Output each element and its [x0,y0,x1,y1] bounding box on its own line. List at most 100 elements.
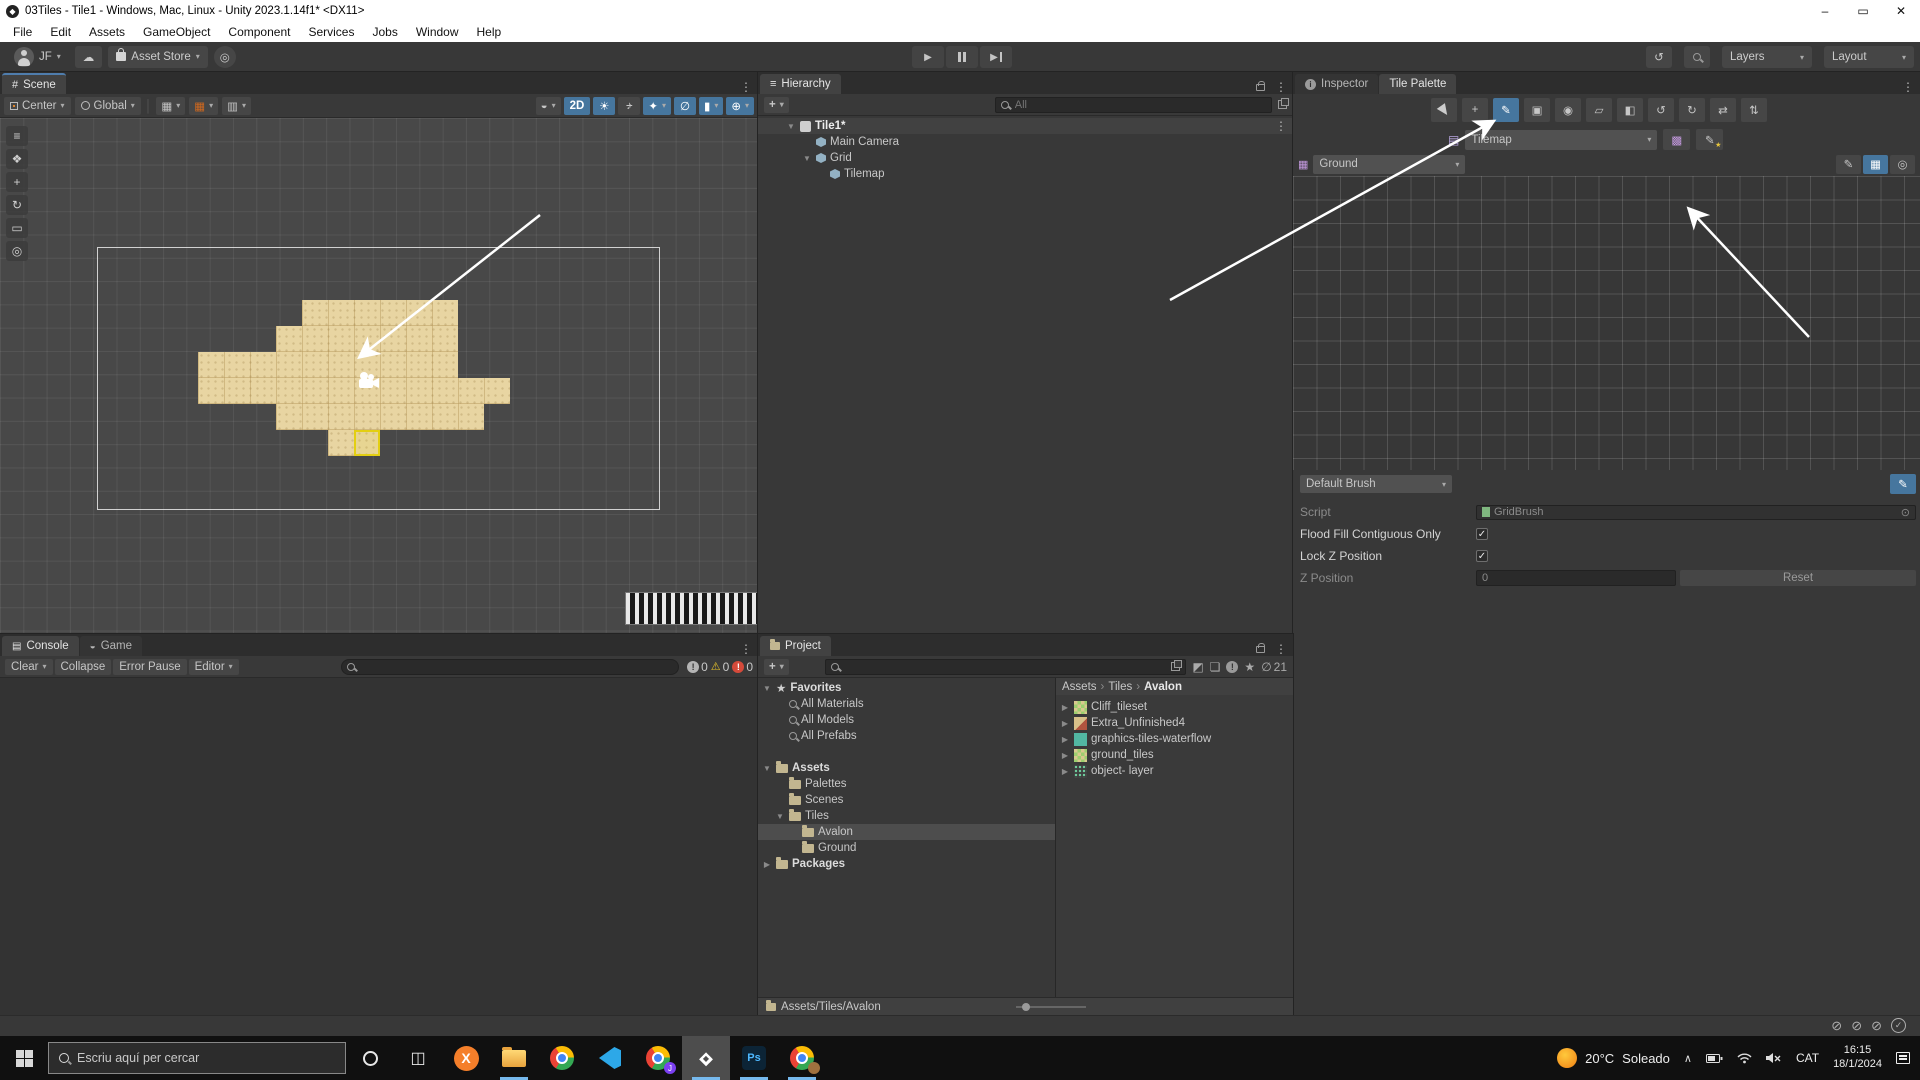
brush-settings-button[interactable]: ✎ [1890,474,1916,494]
increment-snap-button[interactable]: ▦▾ [189,97,218,115]
hand-tool[interactable]: ❖ [6,149,28,169]
brush-dropdown[interactable]: Default Brush▾ [1300,475,1452,493]
favorites-star-icon[interactable]: ★ [1244,660,1255,674]
maximize-button[interactable]: ▭ [1844,0,1882,22]
hierarchy-search-input[interactable] [1013,98,1266,112]
status-ok-icon[interactable]: ✓ [1891,1018,1906,1033]
cortana-button[interactable] [346,1036,394,1080]
hierarchy-item-grid[interactable]: ▼Grid [758,150,1293,166]
taskbar-app-explorer[interactable] [490,1036,538,1080]
warning-count-badge[interactable]: ⚠0 [711,660,730,674]
flip-horizontal-tool[interactable]: ⇄ [1710,98,1736,122]
inspector-menu-kebab-icon[interactable]: ⋮ [1896,80,1920,94]
taskbar-app-photoshop[interactable]: Ps [730,1036,778,1080]
menu-gameobject[interactable]: GameObject [134,22,219,42]
camera-gizmo-icon[interactable] [355,371,381,391]
palette-dropdown[interactable]: Ground▾ [1313,155,1465,174]
breadcrumb-tiles[interactable]: Tiles [1108,681,1132,693]
menu-component[interactable]: Component [219,22,299,42]
file-extra-unfinished4[interactable]: ▶Extra_Unfinished4 [1056,715,1293,731]
gizmos-dropdown[interactable]: ⊕▾ [726,97,754,115]
tab-project[interactable]: Project [760,636,831,656]
project-add-button[interactable]: +▾ [764,659,789,675]
project-tree-packages[interactable]: ▶Packages [758,856,1055,872]
minimize-button[interactable]: – [1806,0,1844,22]
hierarchy-item-tilemap[interactable]: Tilemap [758,166,1293,182]
measure-button[interactable]: ▥▾ [222,97,251,115]
taskbar-app-chrome-2[interactable] [778,1036,826,1080]
breadcrumb-assets[interactable]: Assets [1062,681,1097,693]
menu-file[interactable]: File [4,22,41,42]
project-tree-avalon[interactable]: Avalon [758,824,1055,840]
tab-hierarchy[interactable]: ≡Hierarchy [760,74,841,94]
pause-button[interactable] [946,46,978,68]
collab-disabled-icon[interactable]: ⊘ [1871,1018,1882,1034]
clock[interactable]: 16:15 18/1/2024 [1833,1044,1882,1072]
weather-widget[interactable]: 20°C Soleado [1557,1048,1670,1068]
project-tree-palettes[interactable]: Palettes [758,776,1055,792]
rect-tool[interactable]: ▭ [6,218,28,238]
scene-row-kebab-icon[interactable]: ⋮ [1269,119,1293,133]
console-error-pause-button[interactable]: Error Pause [113,659,186,675]
z-position-field[interactable]: 0 [1476,570,1676,586]
flood-fill-checkbox[interactable]: ✓ [1476,528,1488,540]
console-clear-button[interactable]: Clear▾ [5,659,53,675]
hierarchy-scene-row[interactable]: ▼ Tile1* ⋮ [758,118,1293,134]
cache-disabled-icon[interactable]: ⊘ [1851,1018,1862,1034]
project-tree-scenes[interactable]: Scenes [758,792,1055,808]
eraser-tool[interactable]: ▱ [1586,98,1612,122]
menu-jobs[interactable]: Jobs [363,22,406,42]
scene-viewport[interactable]: ≡ ❖+↻▭◎ [0,118,758,634]
layout-dropdown[interactable]: Layout▾ [1824,46,1914,68]
color-picker-tool[interactable]: ◉ [1555,98,1581,122]
grid-palette-button[interactable]: ▩ [1663,129,1690,150]
breadcrumb-avalon[interactable]: Avalon [1144,681,1182,693]
project-tree-tiles[interactable]: ▼Tiles [758,808,1055,824]
taskbar-app-chrome-j[interactable]: J [634,1036,682,1080]
play-button[interactable]: ▶ [912,46,944,68]
project-menu-kebab-icon[interactable]: ⋮ [1269,642,1293,656]
camera-view-dropdown[interactable]: ▮▾ [699,97,723,115]
notification-center-icon[interactable] [1896,1052,1910,1064]
tool-handle-position-dropdown[interactable]: Center▾ [4,97,71,115]
taskbar-search-field[interactable]: Escriu aquí per cercar [48,1042,346,1074]
step-button[interactable]: ▶ [980,46,1012,68]
paint-brush-tool[interactable]: ✎ [1493,98,1519,122]
debugger-disabled-icon[interactable]: ⊘ [1831,1018,1842,1034]
menu-assets[interactable]: Assets [80,22,134,42]
project-tree-all-materials[interactable]: All Materials [758,696,1055,712]
overlay-menu-icon[interactable]: ≡ [6,126,28,146]
tray-expand-icon[interactable]: ∧ [1684,1052,1692,1065]
keyboard-language[interactable]: CAT [1796,1051,1819,1065]
volume-muted-icon[interactable] [1766,1052,1782,1064]
transform-tool[interactable]: ◎ [6,241,28,261]
grid-snap-button[interactable]: ▦▾ [156,97,185,115]
close-button[interactable]: ✕ [1882,0,1920,22]
console-menu-kebab-icon[interactable]: ⋮ [734,642,758,656]
thumbnail-size-slider[interactable] [1016,1006,1086,1008]
palette-edit-button[interactable]: ✎ [1836,155,1861,174]
hierarchy-item-main-camera[interactable]: Main Camera [758,134,1293,150]
rotate-cw-tool[interactable]: ↻ [1679,98,1705,122]
tab-console[interactable]: ▤Console [2,636,79,656]
pick-new-brush-button[interactable]: ✎★ [1696,129,1723,150]
lighting-toggle-button[interactable]: ☀ [593,97,615,115]
file-ground-tiles[interactable]: ▶ground_tiles [1056,747,1293,763]
open-window-icon[interactable] [1278,100,1287,109]
console-editor-dropdown[interactable]: Editor▾ [189,659,239,675]
palette-grid-toggle-button[interactable]: ▦ [1863,155,1888,174]
account-button[interactable]: JF▾ [6,46,69,68]
audio-toggle-button[interactable]: ♪ [618,97,640,115]
taskbar-app-xampp[interactable]: X [442,1036,490,1080]
start-button[interactable] [0,1036,48,1080]
move-tool[interactable]: + [6,172,28,192]
project-tree-favorites[interactable]: ▼★Favorites [758,680,1055,696]
label-icon[interactable]: ❏ [1210,660,1221,674]
2d-mode-button[interactable]: 2D [564,97,591,115]
palette-gizmos-button[interactable]: ◎ [1890,155,1915,174]
console-search-field[interactable] [341,659,679,675]
error-count-badge[interactable]: !0 [732,660,753,674]
file-cliff-tileset[interactable]: ▶Cliff_tileset [1056,699,1293,715]
hierarchy-lock-icon[interactable] [1252,80,1269,94]
search-button[interactable] [1684,46,1710,68]
